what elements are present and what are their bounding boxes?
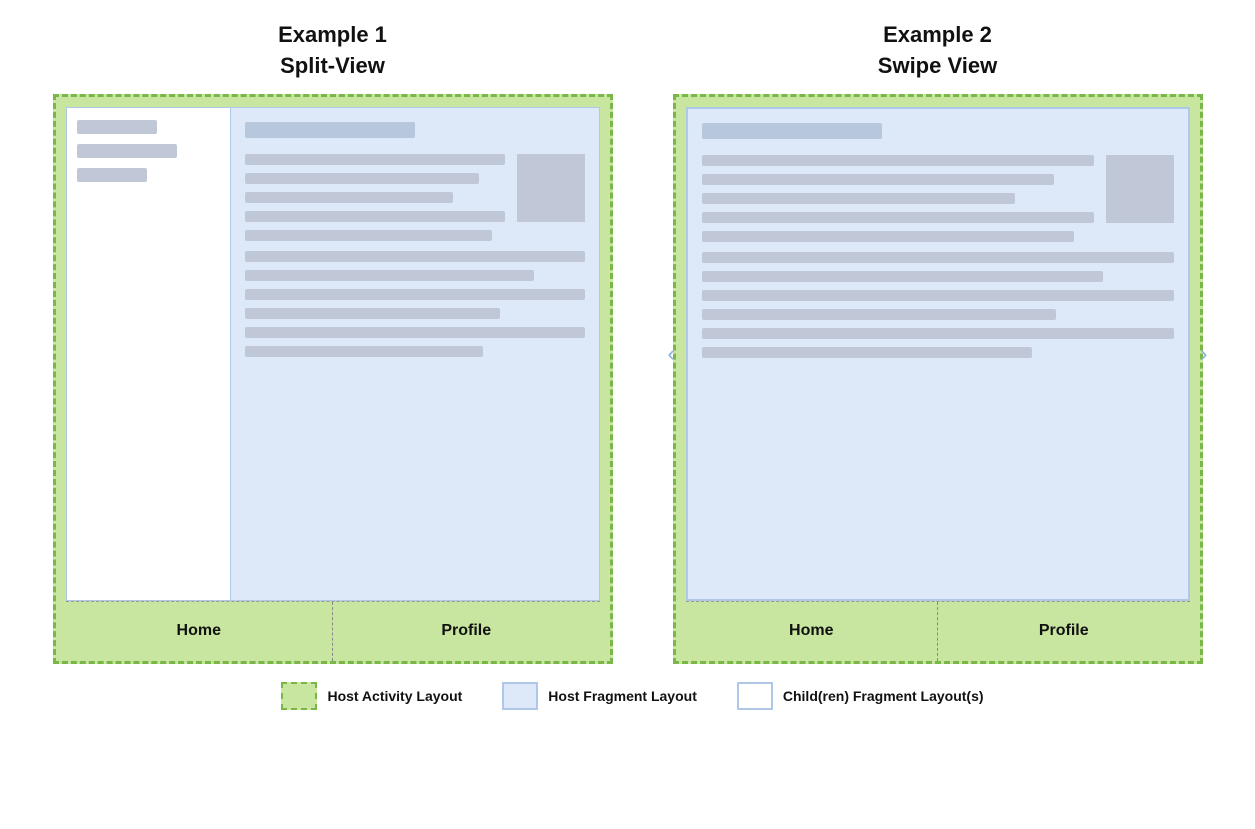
example1-nav-profile[interactable]: Profile <box>333 602 600 661</box>
swipe-panel <box>686 107 1190 601</box>
legend-label-green: Host Activity Layout <box>327 688 462 704</box>
swipe-detail-image <box>1106 155 1174 223</box>
swipe-bar-2 <box>702 174 1055 185</box>
detail-bar-5 <box>245 230 492 241</box>
list-bar-3 <box>77 168 147 182</box>
swipe-bars-lower <box>702 252 1174 358</box>
detail-lines <box>245 154 505 241</box>
swipe-left-arrow[interactable]: ‹ <box>668 343 675 365</box>
swipe-lower-bar-6 <box>702 347 1032 358</box>
example2-section: Example 2 Swipe View ‹ › <box>673 20 1203 664</box>
swipe-detail-lines <box>702 155 1094 242</box>
legend-item-green: Host Activity Layout <box>281 682 462 710</box>
legend-label-white: Child(ren) Fragment Layout(s) <box>783 688 984 704</box>
swipe-lower-bar-3 <box>702 290 1174 301</box>
lower-bar-2 <box>245 270 534 281</box>
detail-bar-4 <box>245 211 505 222</box>
example1-section: Example 1 Split-View <box>53 20 613 664</box>
legend: Host Activity Layout Host Fragment Layou… <box>271 682 983 710</box>
lower-bar-1 <box>245 251 585 262</box>
example2-bottom-nav: Home Profile <box>686 601 1190 661</box>
example2-outer-box: ‹ › <box>673 94 1203 664</box>
lower-bar-4 <box>245 308 500 319</box>
list-bar-2 <box>77 144 177 158</box>
detail-image <box>517 154 585 222</box>
legend-item-white: Child(ren) Fragment Layout(s) <box>737 682 984 710</box>
list-bar-1 <box>77 120 157 134</box>
detail-content-row <box>245 154 585 241</box>
swipe-lower-bar-4 <box>702 309 1056 320</box>
swipe-bar-1 <box>702 155 1094 166</box>
swipe-wrapper: ‹ › <box>686 107 1190 601</box>
example1-nav-home[interactable]: Home <box>66 602 334 661</box>
left-panel <box>66 107 231 601</box>
example2-nav-home[interactable]: Home <box>686 602 939 661</box>
swipe-bar-3 <box>702 193 1016 204</box>
legend-box-blue <box>502 682 538 710</box>
swipe-right-arrow[interactable]: › <box>1200 343 1207 365</box>
lower-bar-6 <box>245 346 483 357</box>
swipe-lower-bar-2 <box>702 271 1103 282</box>
example2-nav-profile[interactable]: Profile <box>938 602 1190 661</box>
legend-item-blue: Host Fragment Layout <box>502 682 697 710</box>
swipe-bar-5 <box>702 231 1074 242</box>
legend-box-green <box>281 682 317 710</box>
example1-outer-box: Home Profile <box>53 94 613 664</box>
swipe-content-row <box>702 155 1174 242</box>
example1-bottom-nav: Home Profile <box>66 601 600 661</box>
lower-bar-3 <box>245 289 585 300</box>
detail-bar-2 <box>245 173 479 184</box>
swipe-title-bar <box>702 123 882 139</box>
example2-title: Example 2 Swipe View <box>673 20 1203 82</box>
legend-box-white <box>737 682 773 710</box>
legend-label-blue: Host Fragment Layout <box>548 688 697 704</box>
lower-bar-5 <box>245 327 585 338</box>
detail-bar-1 <box>245 154 505 165</box>
swipe-lower-bar-1 <box>702 252 1174 263</box>
swipe-bar-4 <box>702 212 1094 223</box>
detail-bars-lower <box>245 251 585 357</box>
example1-title: Example 1 Split-View <box>53 20 613 82</box>
swipe-lower-bar-5 <box>702 328 1174 339</box>
detail-title-bar <box>245 122 415 138</box>
split-view <box>66 107 600 601</box>
detail-bar-3 <box>245 192 453 203</box>
right-panel <box>231 107 600 601</box>
